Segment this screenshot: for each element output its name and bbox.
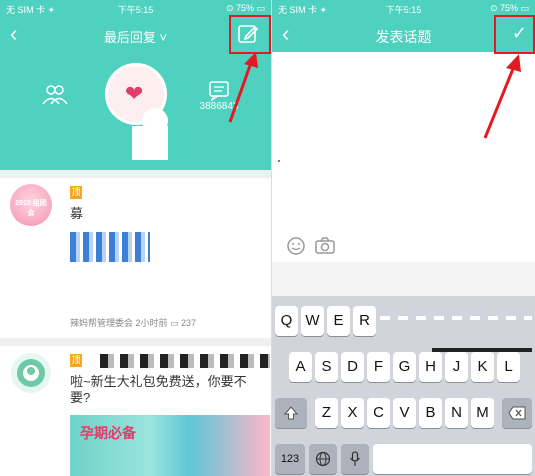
heart-icon: ❤ (125, 81, 144, 106)
highlight-box (494, 15, 535, 54)
key-e[interactable]: E (327, 306, 350, 336)
battery-label: ⊙ 75% ▭ (489, 3, 529, 13)
camera-icon[interactable] (314, 236, 336, 256)
members-icon[interactable] (41, 84, 69, 106)
spacer (272, 262, 535, 296)
key-x[interactable]: X (341, 398, 364, 428)
post-avatar (11, 353, 51, 393)
redacted-area (380, 316, 532, 320)
numbers-key[interactable]: 123 (275, 444, 305, 474)
post-thumbnail: 孕期必备 (70, 415, 270, 476)
key-c[interactable]: C (367, 398, 390, 428)
key-a[interactable]: A (289, 352, 312, 382)
key-k[interactable]: K (471, 352, 494, 382)
shift-icon (283, 406, 299, 420)
key-f[interactable]: F (367, 352, 390, 382)
key-v[interactable]: V (393, 398, 416, 428)
screen-divider (271, 0, 272, 476)
dictation-key[interactable] (341, 444, 369, 474)
forum-screen: 无 SIM 卡 ✦ 下午5:15 ⊙ 75% ▭ ‹ 最后回复 ˅ ❤ 3886… (0, 0, 271, 476)
redacted-area (432, 348, 532, 352)
pinned-badge: 顶 (70, 186, 82, 199)
key-h[interactable]: H (419, 352, 442, 382)
avatar-caption: 2015 组团会 (15, 200, 47, 217)
globe-key[interactable] (309, 444, 337, 474)
section-divider (0, 338, 271, 346)
key-l[interactable]: L (497, 352, 520, 382)
key-w[interactable]: W (301, 306, 324, 336)
post-meta: 辣妈帮管理委会 2小时前 ▭ 237 (70, 318, 197, 328)
key-n[interactable]: N (445, 398, 468, 428)
key-g[interactable]: G (393, 352, 416, 382)
space-key[interactable] (373, 444, 532, 474)
text-cursor (278, 160, 280, 162)
microphone-icon (350, 451, 360, 466)
key-d[interactable]: D (341, 352, 364, 382)
key-m[interactable]: M (471, 398, 494, 428)
post-thumbnail (70, 232, 150, 262)
key-z[interactable]: Z (315, 398, 338, 428)
group-name: 帮 (150, 140, 164, 156)
pinned-badge: 顶 (70, 354, 82, 367)
post-title: 啦~新生大礼包免费送，你要不要? (70, 374, 247, 405)
redacted-area (100, 354, 270, 368)
post-avatar: 2015 组团会 (10, 184, 52, 226)
screenshot: 无 SIM 卡 ✦ 下午5:15 ⊙ 75% ▭ ‹ 最后回复 ˅ ❤ 3886… (0, 0, 535, 476)
backspace-icon (508, 406, 526, 420)
key-j[interactable]: J (445, 352, 468, 382)
key-s[interactable]: S (315, 352, 338, 382)
key-q[interactable]: Q (275, 306, 298, 336)
annotation-arrow (228, 52, 258, 123)
key-r[interactable]: R (353, 306, 376, 336)
post-title: 募 (70, 206, 84, 221)
compose-screen: 无 SIM 卡 ✦ 下午5:15 ⊙ 75% ▭ ‹ 发表话题 ✓ Q W E … (272, 0, 535, 476)
compose-toolbar (272, 232, 535, 260)
keyboard: Q W E R A S D F G H J K L Z X C V B N M … (272, 296, 535, 476)
key-b[interactable]: B (419, 398, 442, 428)
battery-label: ⊙ 75% ▭ (225, 3, 265, 13)
globe-icon (315, 451, 331, 467)
emoji-icon[interactable] (286, 236, 306, 256)
list-item[interactable]: 2015 组团会 顶 募 辣妈帮管理委会 2小时前 ▭ 237 (0, 178, 271, 338)
highlight-box (229, 15, 271, 54)
delete-key[interactable] (502, 398, 532, 428)
section-divider (0, 170, 271, 178)
annotation-arrow (483, 54, 521, 139)
thumbnail-caption: 孕期必备 (80, 425, 136, 441)
shift-key[interactable] (275, 398, 307, 428)
